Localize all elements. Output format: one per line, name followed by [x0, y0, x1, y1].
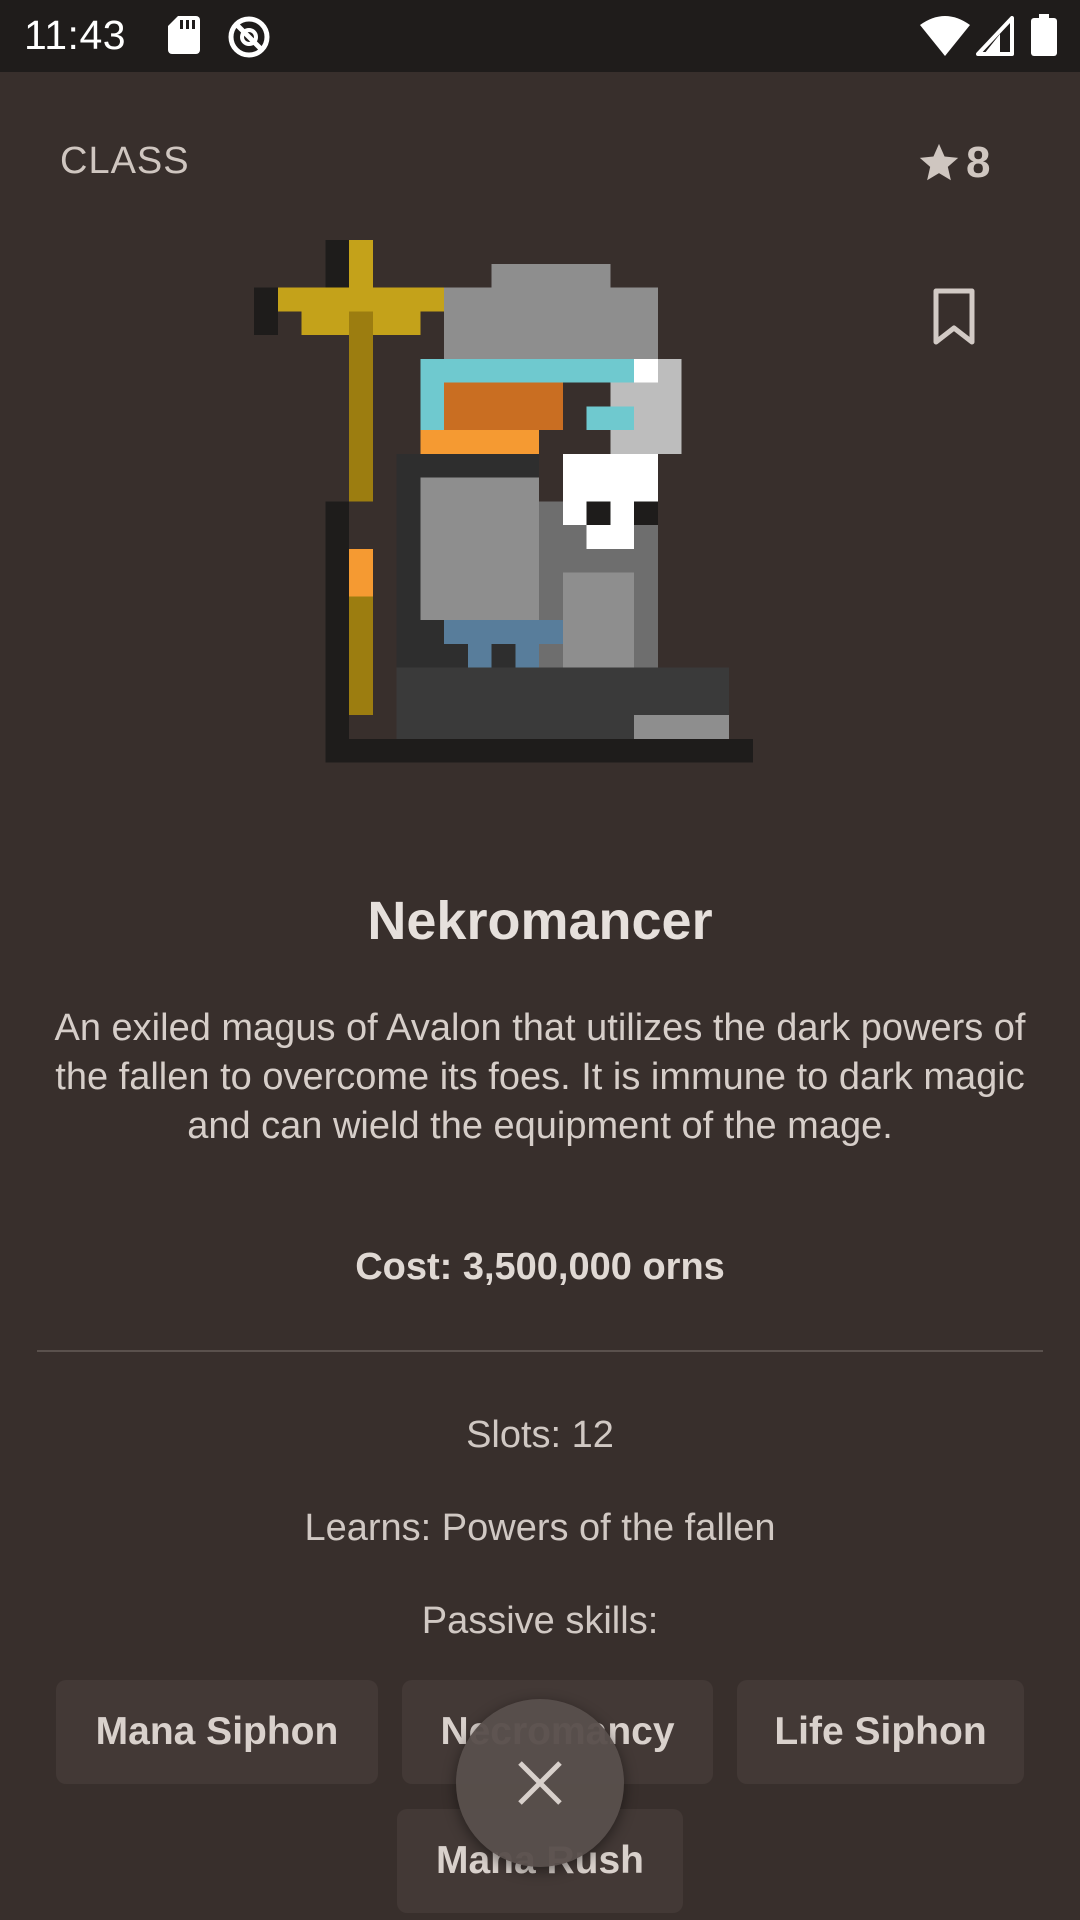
rating: 8	[916, 138, 990, 188]
learns-text: Learns: Powers of the fallen	[304, 1507, 776, 1549]
close-button[interactable]	[456, 1699, 624, 1867]
class-description: An exiled magus of Avalon that utilizes …	[54, 1007, 1026, 1147]
battery-icon	[1031, 14, 1057, 56]
close-icon	[518, 1761, 562, 1805]
class-cost: Cost: 3,500,000 orns	[355, 1246, 725, 1288]
sd-card-icon	[168, 16, 200, 54]
divider	[37, 1350, 1043, 1352]
skill-chip-mana-siphon[interactable]: Mana Siphon	[56, 1680, 378, 1784]
slots-text: Slots: 12	[466, 1414, 614, 1456]
wifi-icon	[920, 16, 970, 56]
passive-skills-label: Passive skills:	[421, 1600, 659, 1642]
status-time: 11:43	[24, 12, 127, 58]
star-icon	[919, 143, 959, 181]
bookmark-icon[interactable]	[932, 288, 976, 346]
sync-disabled-icon	[228, 16, 270, 58]
cell-signal-icon	[976, 16, 1014, 56]
skill-chip-life-siphon[interactable]: Life Siphon	[737, 1680, 1024, 1784]
class-sprite-image	[254, 240, 753, 763]
category-label: CLASS	[60, 140, 190, 182]
class-title: Nekromancer	[367, 891, 713, 951]
rating-value: 8	[966, 138, 991, 187]
status-bar: 11:43	[0, 0, 1080, 72]
